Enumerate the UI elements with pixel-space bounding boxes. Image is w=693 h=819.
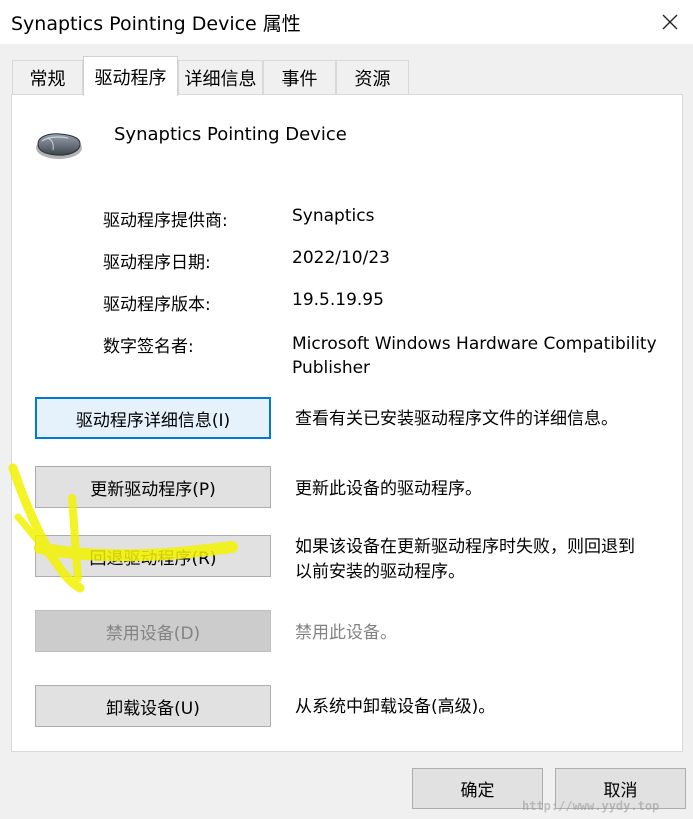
- tab-label: 事件: [281, 68, 318, 90]
- provider-label: 驱动程序提供商:: [103, 211, 228, 231]
- tab-driver[interactable]: 驱动程序: [83, 56, 178, 96]
- version-value: 19.5.19.95: [292, 290, 384, 310]
- provider-value: Synaptics: [292, 206, 375, 226]
- driver-details-button[interactable]: 驱动程序详细信息(I): [35, 397, 271, 439]
- disable-device-button: 禁用设备(D): [35, 610, 271, 652]
- mouse-icon: [36, 133, 82, 159]
- update-driver-button[interactable]: 更新驱动程序(P): [35, 466, 271, 508]
- title-bar: Synaptics Pointing Device 属性: [0, 0, 693, 44]
- tab-general[interactable]: 常规: [12, 60, 83, 94]
- signer-value: Microsoft Windows Hardware Compatibility…: [292, 334, 657, 378]
- disable-device-description: 禁用此设备。: [295, 623, 397, 643]
- tab-label: 详细信息: [184, 68, 257, 90]
- tab-label: 资源: [354, 68, 391, 90]
- window-title: Synaptics Pointing Device 属性: [11, 13, 301, 35]
- device-name: Synaptics Pointing Device: [114, 124, 347, 145]
- rollback-driver-button[interactable]: 回退驱动程序(R): [35, 535, 271, 577]
- uninstall-device-description: 从系统中卸载设备(高级)。: [295, 697, 496, 717]
- close-button[interactable]: [651, 4, 689, 40]
- signer-label: 数字签名者:: [103, 337, 194, 357]
- tab-details[interactable]: 详细信息: [178, 60, 263, 94]
- tab-resources[interactable]: 资源: [336, 60, 409, 94]
- rollback-driver-description: 如果该设备在更新驱动程序时失败，则回退到 以前安装的驱动程序。: [295, 537, 635, 582]
- watermark: http://www.yydy.top: [522, 799, 660, 813]
- close-icon: [662, 14, 678, 30]
- tab-label: 驱动程序: [94, 67, 167, 89]
- date-value: 2022/10/23: [292, 248, 390, 268]
- tab-events[interactable]: 事件: [263, 60, 336, 94]
- uninstall-device-button[interactable]: 卸载设备(U): [35, 685, 271, 727]
- driver-details-description: 查看有关已安装驱动程序文件的详细信息。: [295, 409, 618, 429]
- update-driver-description: 更新此设备的驱动程序。: [295, 479, 482, 499]
- version-label: 驱动程序版本:: [103, 295, 211, 315]
- date-label: 驱动程序日期:: [103, 253, 211, 273]
- tab-label: 常规: [29, 68, 66, 90]
